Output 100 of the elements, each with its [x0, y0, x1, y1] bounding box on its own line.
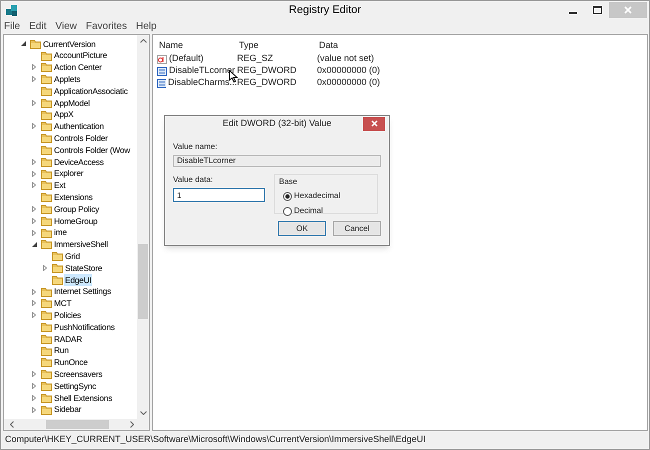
collapsed-icon[interactable] — [32, 170, 36, 177]
tree-item[interactable]: StateStore — [64, 262, 104, 274]
tree-item[interactable]: Authentication — [53, 120, 105, 133]
collapsed-icon[interactable] — [32, 383, 36, 389]
column-header[interactable]: Type — [237, 39, 317, 53]
expanded-icon[interactable] — [32, 242, 37, 247]
expanded-icon[interactable] — [21, 41, 26, 46]
column-header[interactable]: Name — [157, 39, 237, 53]
radio-icon[interactable] — [283, 192, 292, 200]
folder-icon — [41, 156, 52, 167]
menu-item[interactable]: Favorites — [86, 18, 127, 34]
folder-icon — [41, 346, 52, 356]
collapsed-icon[interactable] — [32, 76, 36, 82]
registry-cubes-icon — [5, 3, 19, 17]
folder-icon — [41, 381, 52, 391]
folder-icon — [41, 110, 52, 120]
folder-icon — [41, 145, 52, 156]
collapsed-icon[interactable] — [32, 300, 36, 306]
folder-icon — [41, 286, 52, 297]
collapsed-icon[interactable] — [32, 158, 36, 165]
value-data-field[interactable]: 1 — [173, 188, 265, 202]
collapsed-icon[interactable] — [32, 394, 36, 401]
close-icon — [624, 6, 632, 14]
collapsed-icon[interactable] — [32, 406, 36, 413]
tree-item[interactable]: ime — [53, 226, 68, 239]
dialog-title: Edit DWORD (32-bit) Value — [222, 116, 332, 130]
tree-item[interactable]: Run — [53, 344, 70, 357]
collapsed-icon[interactable] — [32, 288, 36, 295]
tree-item[interactable]: CurrentVersion — [42, 38, 97, 50]
scrollbar-thumb[interactable] — [138, 244, 148, 319]
tree-item[interactable]: DeviceAccess — [53, 156, 105, 168]
tree-item[interactable]: Screensavers — [53, 368, 104, 380]
collapsed-icon[interactable] — [32, 123, 36, 130]
tree-item[interactable]: PushNotifications — [53, 320, 116, 334]
tree-item[interactable]: Sidebar — [53, 403, 82, 416]
tree-item[interactable]: Grid — [64, 250, 81, 262]
folder-icon — [41, 298, 52, 308]
collapsed-icon[interactable] — [32, 218, 36, 224]
radio-option[interactable]: Decimal — [283, 205, 373, 217]
collapsed-icon[interactable] — [32, 182, 36, 188]
binary-value-icon — [157, 78, 166, 88]
tree-item[interactable]: AccountPicture — [53, 49, 108, 62]
scroll-down-icon[interactable] — [140, 411, 146, 415]
tree-item[interactable]: MCT — [53, 297, 72, 310]
folder-icon — [41, 192, 52, 202]
scroll-right-icon[interactable] — [130, 421, 134, 428]
tree-item[interactable]: AppModel — [53, 96, 91, 110]
scrollbar-thumb[interactable] — [46, 420, 109, 429]
collapsed-icon[interactable] — [32, 64, 36, 70]
radio-option[interactable]: Hexadecimal — [283, 190, 373, 202]
folder-icon — [41, 369, 52, 380]
tree-item[interactable]: Ext — [53, 179, 66, 192]
string-value-icon — [157, 54, 167, 64]
close-button[interactable] — [363, 116, 385, 130]
tree-item[interactable]: Group Policy — [53, 202, 100, 216]
menu-item[interactable]: Edit — [29, 18, 46, 34]
collapsed-icon[interactable] — [32, 206, 36, 212]
tree-item[interactable]: SettingSync — [53, 380, 98, 392]
folder-icon — [41, 228, 52, 238]
tree-item[interactable]: Policies — [53, 309, 82, 322]
value-type: REG_DWORD — [237, 64, 298, 78]
tree-item[interactable]: Applets — [53, 73, 82, 86]
tree-item[interactable]: AppX — [53, 108, 74, 121]
value-type: REG_SZ — [237, 52, 274, 66]
menu-item[interactable]: File — [4, 18, 20, 34]
column-header[interactable]: Data — [317, 39, 437, 53]
tree-item[interactable]: RunOnce — [53, 356, 89, 369]
tree-item[interactable]: HomeGroup — [53, 214, 98, 228]
folder-icon — [41, 392, 52, 403]
folder-icon — [41, 239, 52, 250]
tree-item[interactable]: ApplicationAssociatic — [53, 84, 129, 98]
tree-item[interactable]: Shell Extensions — [53, 392, 114, 404]
tree-item[interactable]: Explorer — [53, 167, 84, 180]
horizontal-scrollbar[interactable] — [4, 419, 149, 430]
collapsed-icon[interactable] — [43, 265, 47, 272]
radio-icon[interactable] — [283, 206, 292, 216]
tree-item[interactable]: Extensions — [53, 191, 94, 204]
tree-item[interactable]: Controls Folder — [53, 132, 109, 144]
value-name-label: Value name: — [173, 141, 218, 153]
vertical-scrollbar[interactable] — [137, 35, 149, 419]
window-title: Registry Editor — [288, 2, 362, 18]
scroll-left-icon[interactable] — [10, 421, 14, 428]
folder-icon — [41, 204, 52, 214]
cancel-button[interactable]: Cancel — [333, 221, 381, 236]
tree-item[interactable]: RADAR — [53, 332, 84, 346]
value-name[interactable]: (Default) — [169, 52, 204, 66]
collapsed-icon[interactable] — [32, 100, 36, 106]
scroll-up-icon[interactable] — [140, 39, 146, 43]
tree-item[interactable]: ImmersiveShell — [53, 238, 109, 251]
tree-item[interactable]: Internet Settings — [53, 285, 112, 298]
tree-item[interactable]: Controls Folder (Wow — [53, 144, 132, 156]
tree-item[interactable]: EdgeUI — [64, 274, 92, 286]
ok-button[interactable]: OK — [278, 221, 326, 236]
collapsed-icon[interactable] — [32, 312, 36, 318]
collapsed-icon[interactable] — [32, 371, 36, 378]
value-name-field[interactable]: DisableTLcorner — [173, 155, 381, 167]
menu-item[interactable]: Help — [136, 18, 157, 34]
menu-item[interactable]: View — [55, 18, 77, 34]
tree-item[interactable]: Action Center — [53, 61, 103, 74]
collapsed-icon[interactable] — [32, 230, 36, 236]
